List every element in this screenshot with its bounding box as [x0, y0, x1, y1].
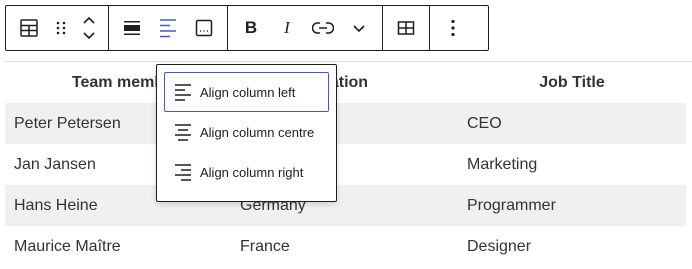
- menu-item-align-centre[interactable]: Align column centre: [164, 112, 329, 152]
- toolbar-group-align: [108, 6, 227, 50]
- header-job-title[interactable]: Job Title: [458, 62, 686, 103]
- data-table: Team memb cation Job Title Peter Peterse…: [5, 62, 686, 267]
- table-cell[interactable]: Maurice Maître: [5, 226, 231, 267]
- block-toolbar: B I: [5, 5, 489, 51]
- table-cell[interactable]: CEO: [458, 103, 686, 144]
- move-up-down-icon[interactable]: [75, 10, 103, 46]
- table-header-row: Team memb cation Job Title: [5, 62, 686, 103]
- align-left-icon: [175, 84, 191, 101]
- table-cell[interactable]: Designer: [458, 226, 686, 267]
- bold-glyph: B: [244, 18, 258, 37]
- menu-item-align-right[interactable]: Align column right: [164, 152, 329, 192]
- chevron-down-icon[interactable]: [341, 10, 377, 46]
- italic-icon[interactable]: I: [269, 10, 305, 46]
- drag-handle-icon[interactable]: [47, 10, 75, 46]
- table-row: Maurice Maître France Designer: [5, 226, 686, 267]
- table-cell[interactable]: France: [231, 226, 458, 267]
- bold-icon[interactable]: B: [233, 10, 269, 46]
- align-column-menu: Align column left Align column centre Al…: [156, 64, 337, 202]
- table-cell[interactable]: Programmer: [458, 185, 686, 226]
- link-icon[interactable]: [305, 10, 341, 46]
- table-block[interactable]: Team memb cation Job Title Peter Peterse…: [5, 61, 692, 269]
- menu-item-label: Align column right: [200, 164, 304, 180]
- align-block-icon[interactable]: [114, 10, 150, 46]
- italic-glyph: I: [284, 18, 290, 37]
- align-center-icon: [175, 124, 191, 141]
- toolbar-group-format: B I: [227, 6, 382, 50]
- table-row: Peter Petersen CEO: [5, 103, 686, 144]
- menu-item-label: Align column left: [200, 84, 296, 100]
- table-row: Jan Jansen Marketing: [5, 144, 686, 185]
- table-cell[interactable]: Marketing: [458, 144, 686, 185]
- menu-item-align-left[interactable]: Align column left: [164, 72, 329, 112]
- menu-item-label: Align column centre: [200, 124, 315, 140]
- table-block-icon[interactable]: [11, 10, 47, 46]
- align-column-icon[interactable]: [150, 10, 186, 46]
- toolbar-group-more: [429, 6, 476, 50]
- table-row: Hans Heine Germany Programmer: [5, 185, 686, 226]
- toolbar-group-table: [382, 6, 429, 50]
- toolbar-group-block: [6, 6, 108, 50]
- align-right-icon: [175, 164, 191, 181]
- edit-table-icon[interactable]: [388, 10, 424, 46]
- more-options-icon[interactable]: [435, 10, 471, 46]
- block-caption-icon[interactable]: [186, 10, 222, 46]
